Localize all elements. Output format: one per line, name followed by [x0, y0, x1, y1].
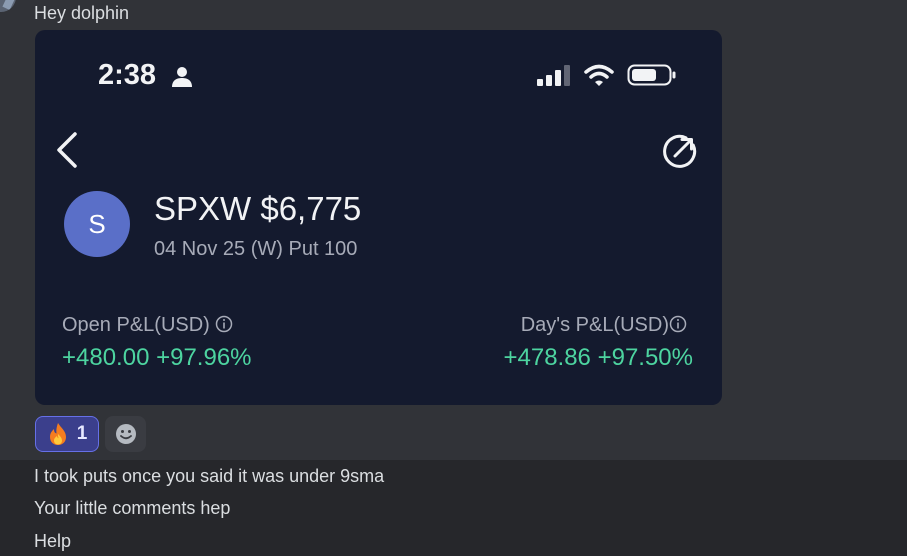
day-pl-label: Day's P&L(USD): [520, 314, 669, 336]
message-text: Help: [34, 531, 72, 551]
open-pl-label: Open P&L(USD): [62, 314, 210, 336]
open-pl-label-group: Open P&L(USD): [62, 314, 233, 337]
fire-icon: [49, 423, 66, 445]
message-text: I took puts once you said it was under 9…: [34, 466, 385, 486]
status-time: 2:38: [98, 59, 157, 91]
wifi-icon: [584, 64, 614, 86]
reaction-count: 1: [76, 423, 88, 444]
attached-screenshot[interactable]: 2:38 S SPXW $6,775 04 Nov 25 (W) Put 100…: [35, 30, 722, 405]
day-pl-label-group: Day's P&L(USD): [521, 314, 687, 337]
battery-icon: [627, 64, 676, 86]
person-icon: [172, 67, 192, 87]
contract-title: SPXW $6,775: [154, 190, 362, 227]
day-pl-value: +478.86 +97.50%: [503, 344, 693, 371]
add-reaction-button[interactable]: [105, 416, 146, 452]
ticker-avatar: S: [64, 191, 130, 257]
message-text: Your little comments hep: [34, 498, 231, 518]
smiley-icon: [115, 424, 136, 444]
info-icon[interactable]: [669, 315, 687, 333]
cellular-signal-icon: [537, 65, 570, 86]
contract-subtitle: 04 Nov 25 (W) Put 100: [154, 238, 358, 260]
message-text-greeting: Hey dolphin: [34, 3, 130, 23]
back-chevron-icon[interactable]: [53, 130, 81, 170]
fire-reaction-button[interactable]: 1: [35, 416, 99, 452]
open-pl-value: +480.00 +97.96%: [62, 344, 252, 371]
info-icon[interactable]: [215, 315, 233, 333]
share-icon[interactable]: [662, 133, 698, 169]
